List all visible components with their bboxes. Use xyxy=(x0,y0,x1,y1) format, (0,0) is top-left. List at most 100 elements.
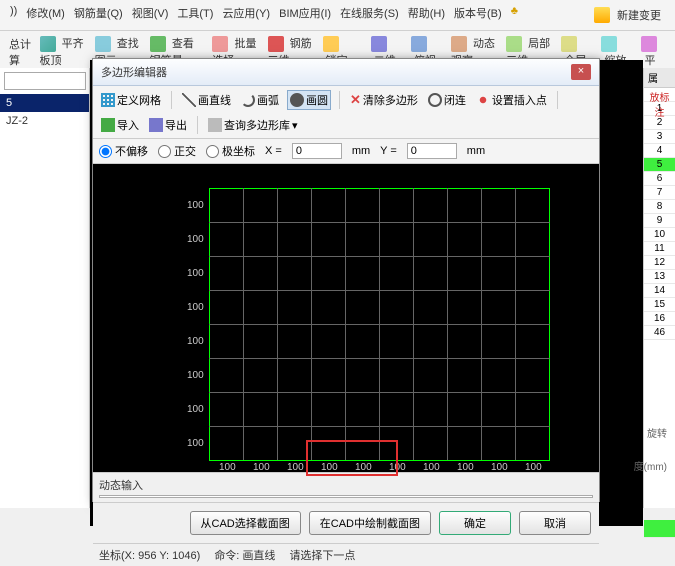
dialog-button-row: 从CAD选择截面图 在CAD中绘制截面图 确定 取消 xyxy=(93,502,599,543)
define-grid-button[interactable]: 定义网格 xyxy=(99,91,163,109)
polygon-editor-dialog: 多边形编辑器 × 定义网格 画直线 画弧 画圆 ✕清除多边形 闭连 设置插入点 … xyxy=(92,58,600,502)
new-change-button[interactable]: 新建变更 xyxy=(590,3,669,27)
menu-view[interactable]: 视图(V) xyxy=(128,3,173,27)
right-row[interactable]: 14 xyxy=(644,284,675,298)
side-text-degree: 度(mm) xyxy=(634,458,667,473)
draw-circle-button[interactable]: 画圆 xyxy=(287,90,331,110)
tb-pan[interactable]: 平 xyxy=(638,35,669,69)
menu-tools[interactable]: 工具(T) xyxy=(173,3,217,27)
line-icon xyxy=(182,93,196,107)
loop-icon xyxy=(428,93,442,107)
menu-online[interactable]: 在线服务(S) xyxy=(336,3,403,27)
right-panel: 属 放标注 1234567891011121314151646 xyxy=(643,68,675,508)
import-button[interactable]: 导入 xyxy=(99,116,141,134)
clear-poly-button[interactable]: ✕清除多边形 xyxy=(348,91,420,109)
right-row[interactable]: 13 xyxy=(644,270,675,284)
right-row-green2[interactable] xyxy=(644,520,675,538)
x-axis-label: 100 xyxy=(423,462,440,472)
menu-modify[interactable]: 修改(M) xyxy=(22,3,69,27)
y-axis-label: 100 xyxy=(187,438,204,449)
y-axis-label: 100 xyxy=(187,404,204,415)
right-row[interactable]: 7 xyxy=(644,186,675,200)
menu-rebar[interactable]: 钢筋量(Q) xyxy=(70,3,127,27)
x-input[interactable] xyxy=(292,143,342,159)
x-axis-label: 100 xyxy=(457,462,474,472)
dynamic-input-label: 动态输入 xyxy=(99,480,143,492)
tree-item-5[interactable]: 5 xyxy=(0,94,89,112)
import-icon xyxy=(101,118,115,132)
right-row[interactable]: 1 xyxy=(644,102,675,116)
draw-line-button[interactable]: 画直线 xyxy=(180,91,233,109)
right-panel-header: 属 xyxy=(644,68,675,88)
y-axis-label: 100 xyxy=(187,370,204,381)
right-panel-title: 放标注 xyxy=(644,88,675,102)
grid-table xyxy=(209,188,550,461)
menu-help[interactable]: 帮助(H) xyxy=(404,3,449,27)
export-icon xyxy=(149,118,163,132)
dialog-toolbar: 定义网格 画直线 画弧 画圆 ✕清除多边形 闭连 设置插入点 导入 导出 查询多… xyxy=(93,86,599,139)
insert-point-icon xyxy=(476,93,490,107)
status-coord: 坐标(X: 956 Y: 1046) xyxy=(99,547,200,563)
ok-button[interactable]: 确定 xyxy=(439,511,511,535)
menu-item[interactable]: )) xyxy=(6,3,21,27)
tb-calc[interactable]: 总计算 xyxy=(6,35,35,69)
export-button[interactable]: 导出 xyxy=(147,116,189,134)
y-axis-label: 100 xyxy=(187,268,204,279)
right-row[interactable]: 12 xyxy=(644,256,675,270)
right-row[interactable]: 2 xyxy=(644,116,675,130)
y-label: Y = xyxy=(380,145,397,157)
polygon-canvas[interactable]: 100100100100100100100100 100100100100100… xyxy=(93,164,599,472)
highlight-box xyxy=(306,440,398,476)
arc-icon xyxy=(241,93,255,107)
tb-flush[interactable]: 平齐板顶 xyxy=(37,34,90,69)
right-row[interactable]: 15 xyxy=(644,298,675,312)
y-axis-label: 100 xyxy=(187,302,204,313)
right-row[interactable]: 9 xyxy=(644,214,675,228)
right-row[interactable]: 10 xyxy=(644,228,675,242)
right-row[interactable]: 3 xyxy=(644,130,675,144)
mm-label-2: mm xyxy=(467,145,485,157)
y-input[interactable] xyxy=(407,143,457,159)
dialog-statusbar: 坐标(X: 956 Y: 1046) 命令: 画直线 请选择下一点 xyxy=(93,543,599,566)
dialog-options-row: 不偏移 正交 极坐标 X = mm Y = mm xyxy=(93,139,599,164)
y-axis-label: 100 xyxy=(187,234,204,245)
dialog-titlebar[interactable]: 多边形编辑器 × xyxy=(93,59,599,86)
x-axis-label: 100 xyxy=(525,462,542,472)
x-axis-label: 100 xyxy=(491,462,508,472)
menu-version[interactable]: 版本号(B) xyxy=(450,3,506,27)
status-hint: 请选择下一点 xyxy=(289,547,355,563)
search-icon xyxy=(208,118,222,132)
dynamic-input-field[interactable] xyxy=(99,495,593,498)
in-cad-button[interactable]: 在CAD中绘制截面图 xyxy=(309,511,431,535)
circle-icon xyxy=(290,93,304,107)
right-row[interactable]: 8 xyxy=(644,200,675,214)
tree-item-jz2[interactable]: JZ-2 xyxy=(0,112,89,130)
close-icon[interactable]: × xyxy=(571,64,591,80)
left-panel: 5 JZ-2 xyxy=(0,68,90,508)
polar-radio[interactable]: 极坐标 xyxy=(206,143,255,159)
mm-label: mm xyxy=(352,145,370,157)
set-insert-button[interactable]: 设置插入点 xyxy=(474,91,549,109)
from-cad-button[interactable]: 从CAD选择截面图 xyxy=(190,511,301,535)
x-axis-label: 100 xyxy=(253,462,270,472)
right-row[interactable]: 4 xyxy=(644,144,675,158)
search-input[interactable] xyxy=(4,72,86,90)
loop-button[interactable]: 闭连 xyxy=(426,91,468,109)
right-row[interactable]: 11 xyxy=(644,242,675,256)
no-offset-radio[interactable]: 不偏移 xyxy=(99,143,148,159)
side-text-rotate: 旋转 xyxy=(647,425,667,440)
right-row[interactable]: 6 xyxy=(644,172,675,186)
ortho-radio[interactable]: 正交 xyxy=(158,143,196,159)
cancel-button[interactable]: 取消 xyxy=(519,511,591,535)
draw-arc-button[interactable]: 画弧 xyxy=(239,91,281,109)
menu-bim[interactable]: BIM应用(I) xyxy=(275,3,335,27)
dialog-title: 多边形编辑器 xyxy=(101,64,167,80)
query-shape-button[interactable]: 查询多边形库 ▾ xyxy=(206,116,300,134)
clear-icon: ✕ xyxy=(350,92,361,108)
x-label: X = xyxy=(265,145,282,157)
y-axis-label: 100 xyxy=(187,200,204,211)
right-row[interactable]: 16 xyxy=(644,312,675,326)
menu-cloud[interactable]: 云应用(Y) xyxy=(218,3,274,27)
right-row[interactable]: 46 xyxy=(644,326,675,340)
right-row[interactable]: 5 xyxy=(644,158,675,172)
